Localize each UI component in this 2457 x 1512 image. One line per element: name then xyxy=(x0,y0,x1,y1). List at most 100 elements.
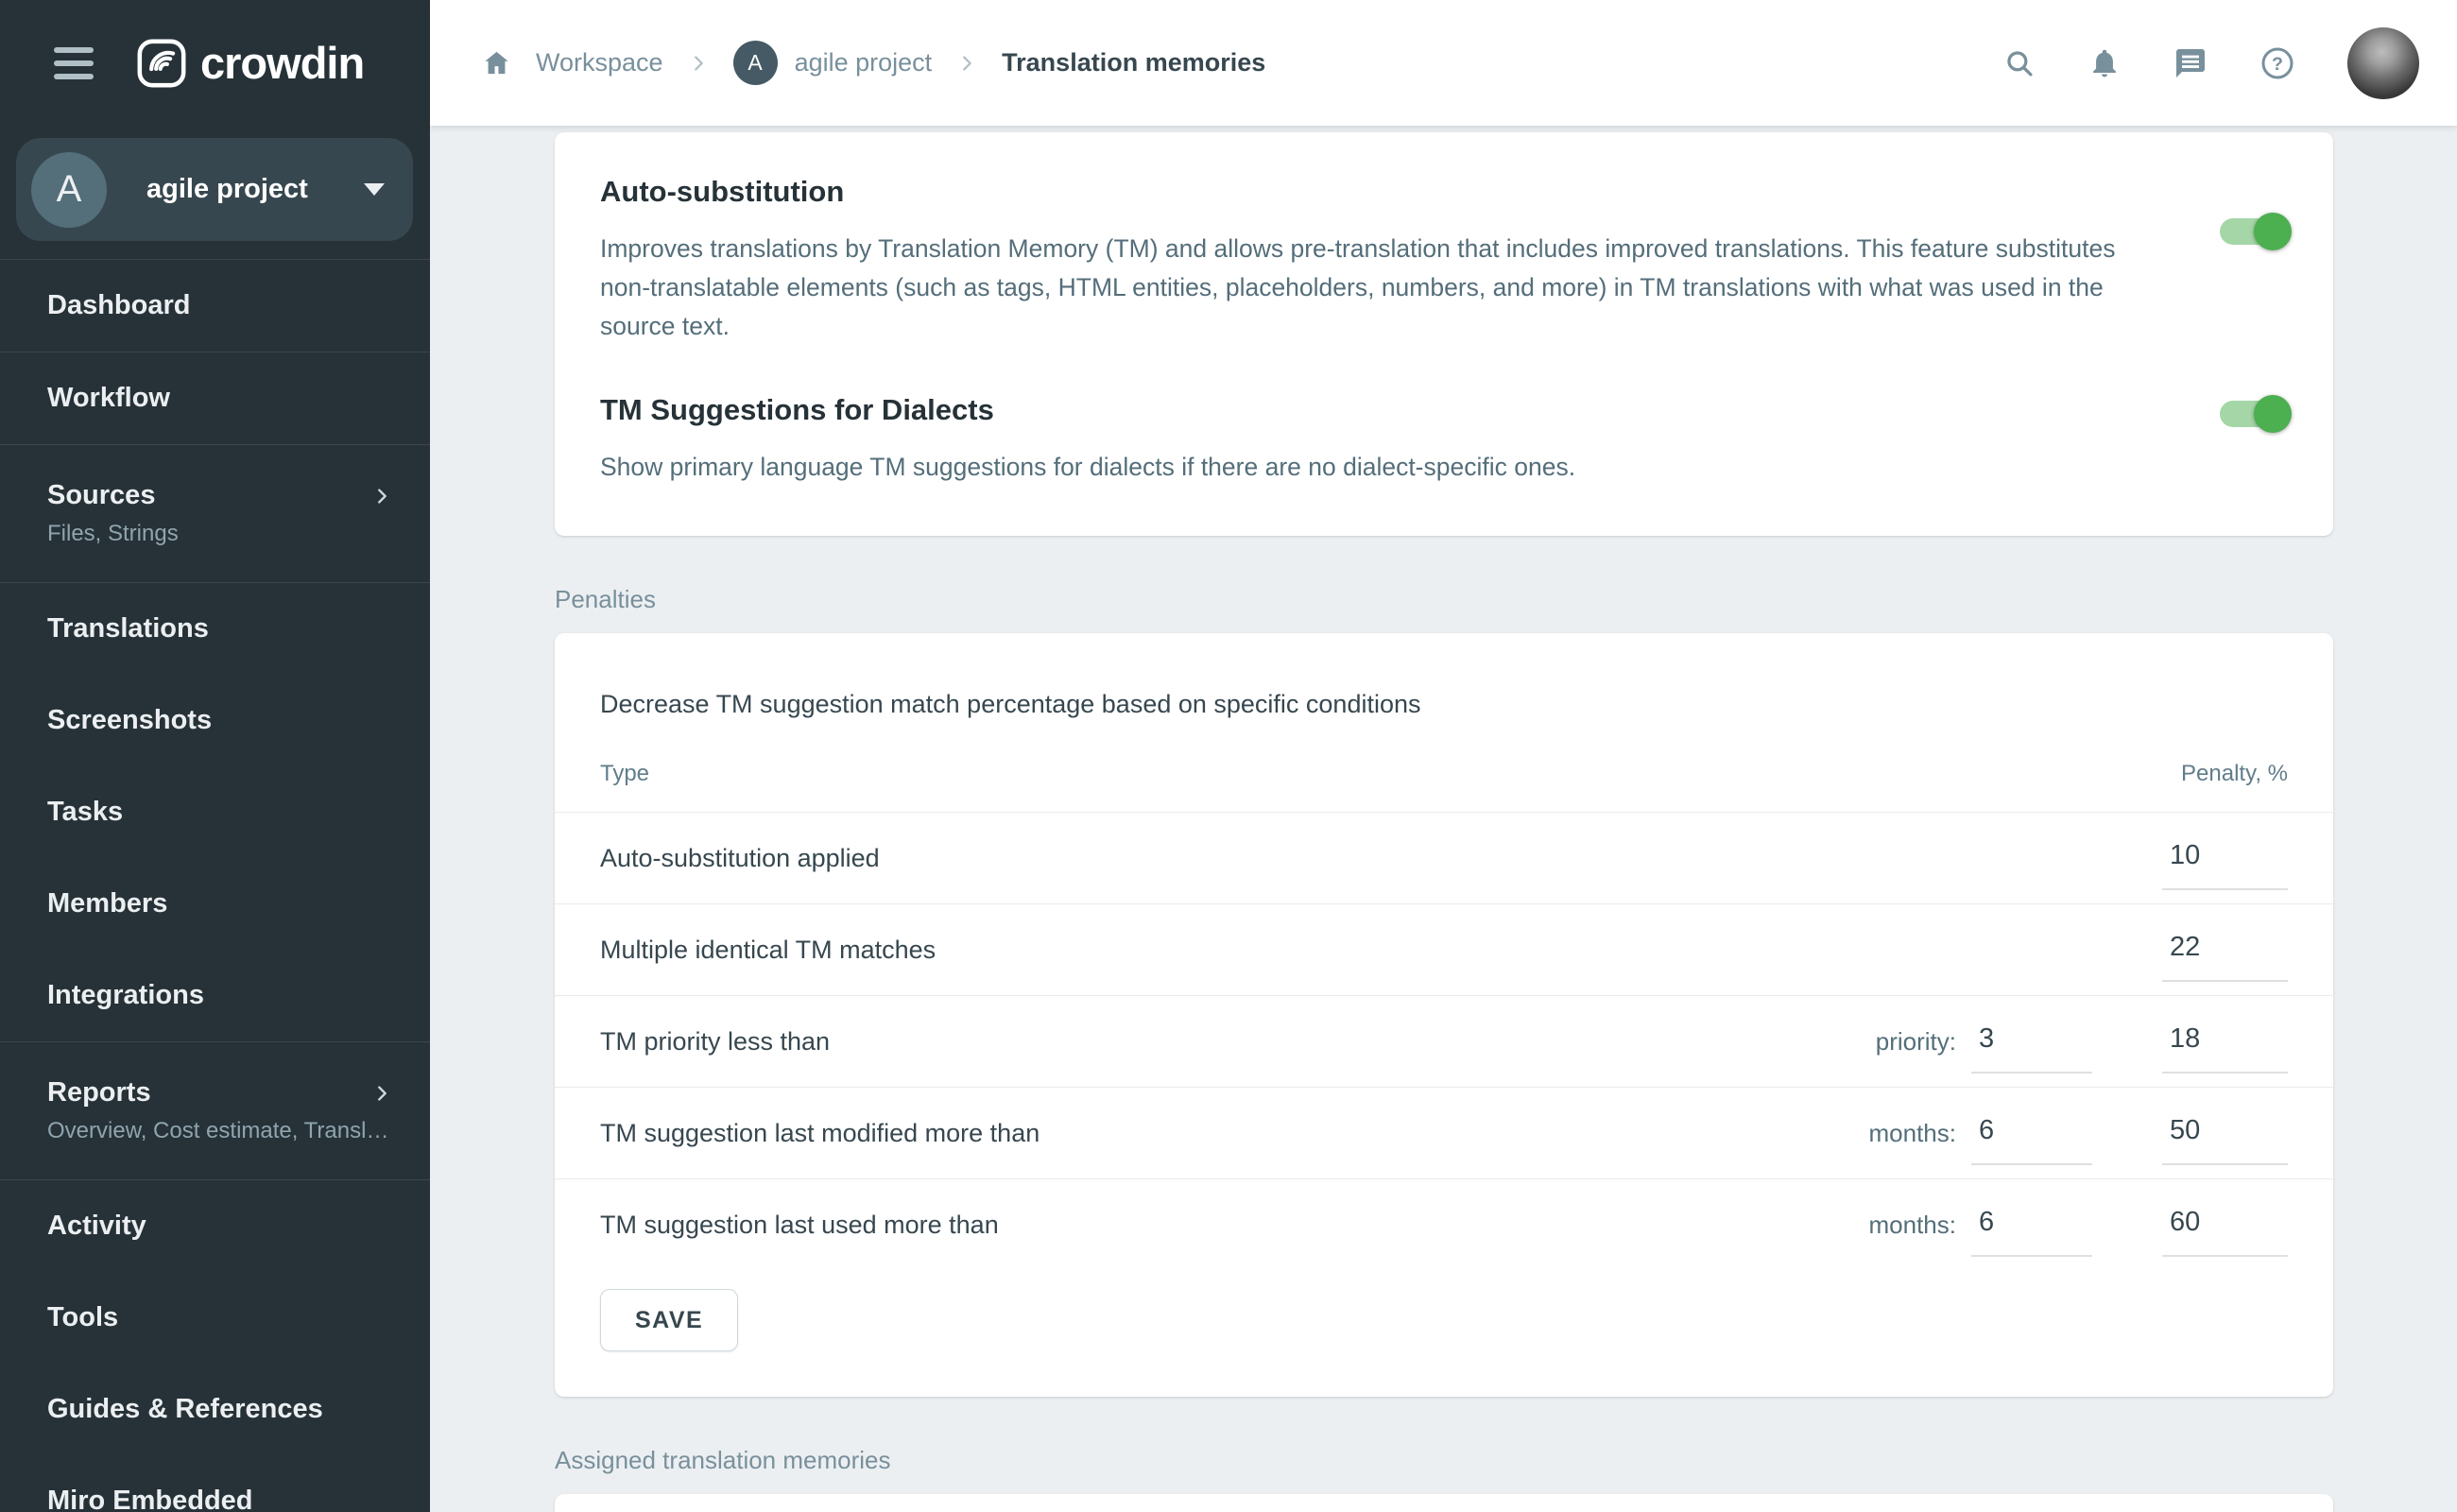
tm-dialects-description: Show primary language TM suggestions for… xyxy=(600,448,2167,487)
penalty-param-label: months: xyxy=(1869,1119,1957,1148)
auto-substitution-title: Auto-substitution xyxy=(600,175,2167,209)
sidebar-item-sublabel: Overview, Cost estimate, Transl… xyxy=(47,1118,392,1144)
messages-icon[interactable] xyxy=(2174,46,2208,80)
crowdin-logo-icon xyxy=(137,39,186,88)
penalty-type-label: TM suggestion last used more than xyxy=(600,1211,1869,1240)
sidebar-item-label: Members xyxy=(47,888,167,919)
page-content: Auto-substitution Improves translations … xyxy=(430,126,2457,1512)
breadcrumb-item-agile-project[interactable]: Aagile project xyxy=(733,41,933,85)
sidebar-item-label: Reports xyxy=(47,1077,371,1108)
breadcrumb-item-workspace[interactable]: Workspace xyxy=(536,48,663,77)
sidebar-item-label: Sources xyxy=(47,480,371,511)
toggle-knob xyxy=(2254,213,2292,250)
sidebar-item-screenshots[interactable]: Screenshots xyxy=(0,675,430,766)
sidebar-item-tasks[interactable]: Tasks xyxy=(0,766,430,858)
topbar: Workspace Aagile project Translation memor… xyxy=(430,0,2457,126)
sidebar-item-activity[interactable]: Activity xyxy=(0,1180,430,1272)
sidebar-item-translations[interactable]: Translations xyxy=(0,583,430,675)
penalty-row-tm-priority-less-than: TM priority less thanpriority: xyxy=(600,996,2288,1087)
sidebar-item-label: Tasks xyxy=(47,797,123,828)
penalty-type-label: TM suggestion last modified more than xyxy=(600,1119,1869,1148)
priority-input[interactable] xyxy=(1971,1009,2092,1074)
sidebar-item-workflow[interactable]: Workflow xyxy=(0,352,430,444)
auto-substitution-toggle[interactable] xyxy=(2220,218,2288,245)
project-avatar: A xyxy=(31,152,107,228)
penalty-value-input[interactable] xyxy=(2162,826,2288,890)
penalty-row-tm-suggestion-last-modified-more-than: TM suggestion last modified more thanmon… xyxy=(600,1088,2288,1178)
sidebar-item-label: Activity xyxy=(47,1211,146,1242)
sidebar: crowdin A agile project Dashboard Workflo… xyxy=(0,0,430,1512)
penalty-type-label: TM priority less than xyxy=(600,1027,1876,1057)
sidebar-header: crowdin xyxy=(0,0,430,126)
penalty-row-tm-suggestion-last-used-more-than: TM suggestion last used more thanmonths: xyxy=(600,1179,2288,1270)
penalties-table-header: Type Penalty, % xyxy=(600,736,2288,812)
penalty-value-input[interactable] xyxy=(2162,1009,2288,1074)
menu-icon[interactable] xyxy=(54,47,94,79)
sidebar-item-label: Guides & References xyxy=(47,1394,323,1425)
sidebar-item-reports[interactable]: Reports Overview, Cost estimate, Transl… xyxy=(0,1042,430,1179)
search-icon[interactable] xyxy=(2003,47,2036,79)
sidebar-nav: Dashboard Workflow Sources Files, Strings Tr… xyxy=(0,259,430,1512)
penalties-table-body: Auto-substitution applied Multiple identi… xyxy=(600,812,2288,1270)
auto-substitution-setting: Auto-substitution Improves translations … xyxy=(600,175,2288,346)
main-area: Workspace Aagile project Translation memor… xyxy=(430,0,2457,1512)
sidebar-item-label: Translations xyxy=(47,613,209,644)
column-header-penalty: Penalty, % xyxy=(2162,761,2288,787)
breadcrumb: Workspace Aagile project Translation memor… xyxy=(482,41,2003,85)
help-icon[interactable]: ? xyxy=(2260,46,2294,80)
penalty-row-auto-substitution-applied: Auto-substitution applied xyxy=(600,813,2288,903)
sidebar-item-sources[interactable]: Sources Files, Strings xyxy=(0,445,430,582)
sidebar-item-label: Workflow xyxy=(47,383,170,414)
toggle-knob xyxy=(2254,395,2292,433)
penalty-value-input[interactable] xyxy=(2162,918,2288,982)
project-name: agile project xyxy=(146,174,364,205)
auto-substitution-description: Improves translations by Translation Mem… xyxy=(600,230,2167,346)
tm-settings-card: Auto-substitution Improves translations … xyxy=(555,132,2333,536)
chevron-down-icon xyxy=(364,183,385,196)
save-button[interactable]: SAVE xyxy=(600,1289,738,1351)
assigned-section-label: Assigned translation memories xyxy=(555,1446,2333,1475)
penalty-value-input[interactable] xyxy=(2162,1101,2288,1165)
penalties-intro: Decrease TM suggestion match percentage … xyxy=(600,679,2288,730)
penalty-value-input[interactable] xyxy=(2162,1193,2288,1257)
sidebar-item-tools[interactable]: Tools xyxy=(0,1272,430,1364)
tm-dialects-setting: TM Suggestions for Dialects Show primary… xyxy=(600,393,2288,487)
sidebar-item-guides-references[interactable]: Guides & References xyxy=(0,1364,430,1455)
notifications-icon[interactable] xyxy=(2088,47,2121,79)
penalty-param-label: months: xyxy=(1869,1211,1957,1240)
sidebar-item-label: Miro Embedded xyxy=(47,1486,253,1512)
sidebar-item-label: Screenshots xyxy=(47,705,212,736)
sidebar-item-label: Integrations xyxy=(47,980,204,1011)
crowdin-wordmark: crowdin xyxy=(200,37,364,89)
penalty-type-label: Auto-substitution applied xyxy=(600,844,2162,873)
assigned-tm-card: FILTER xyxy=(555,1494,2333,1512)
breadcrumb-item-translation-memories: Translation memories xyxy=(1002,48,1265,77)
months-input[interactable] xyxy=(1971,1101,2092,1165)
app-window: crowdin A agile project Dashboard Workflo… xyxy=(0,0,2457,1512)
penalty-type-label: Multiple identical TM matches xyxy=(600,936,2162,965)
sidebar-item-dashboard[interactable]: Dashboard xyxy=(0,260,430,352)
breadcrumb-separator-icon xyxy=(688,53,709,74)
penalty-row-multiple-identical-tm-matches: Multiple identical TM matches xyxy=(600,904,2288,995)
user-avatar[interactable] xyxy=(2347,27,2419,99)
penalty-param-label: priority: xyxy=(1876,1027,1956,1057)
sidebar-item-miro-embedded[interactable]: Miro Embedded xyxy=(0,1455,430,1512)
sidebar-item-members[interactable]: Members xyxy=(0,858,430,950)
home-icon[interactable] xyxy=(482,48,511,77)
sidebar-item-integrations[interactable]: Integrations xyxy=(0,950,430,1041)
penalties-section-label: Penalties xyxy=(555,585,2333,614)
breadcrumb-project-avatar: A xyxy=(733,41,778,85)
sidebar-item-label: Tools xyxy=(47,1302,118,1333)
tm-dialects-toggle[interactable] xyxy=(2220,401,2288,427)
crowdin-logo[interactable]: crowdin xyxy=(137,37,364,89)
sidebar-item-sublabel: Files, Strings xyxy=(47,521,392,547)
chevron-right-icon xyxy=(371,1083,392,1104)
tm-dialects-title: TM Suggestions for Dialects xyxy=(600,393,2167,427)
sidebar-item-label: Dashboard xyxy=(47,290,190,321)
project-selector[interactable]: A agile project xyxy=(16,138,413,241)
chevron-right-icon xyxy=(371,486,392,507)
column-header-type: Type xyxy=(600,761,2162,787)
topbar-actions: ? xyxy=(2003,27,2419,99)
breadcrumb-separator-icon xyxy=(956,53,977,74)
months-input[interactable] xyxy=(1971,1193,2092,1257)
